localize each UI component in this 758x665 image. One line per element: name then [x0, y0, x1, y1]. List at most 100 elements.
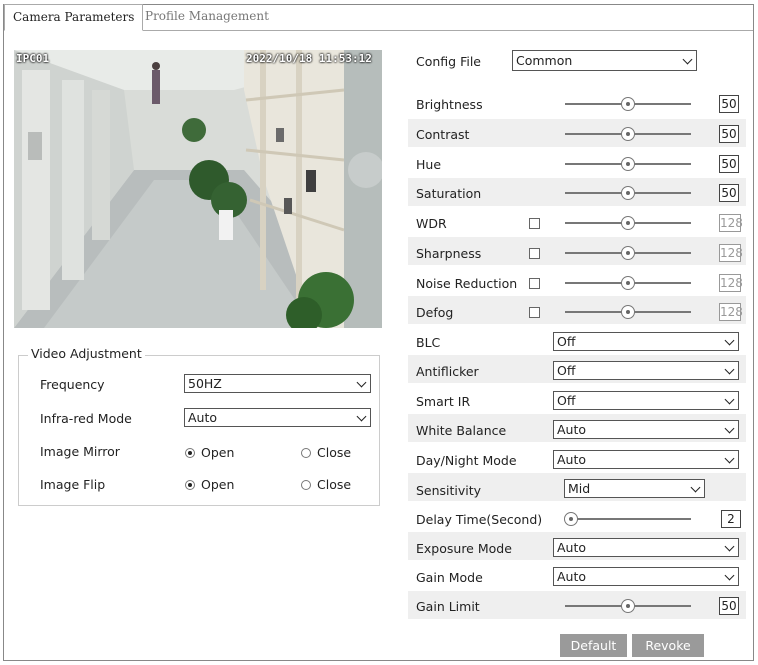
chevron-down-icon [724, 541, 735, 552]
slider-knob[interactable] [621, 599, 635, 613]
infrared-mode-value: Auto [188, 410, 218, 425]
tab-camera-parameters[interactable]: Camera Parameters [4, 4, 144, 31]
blc-select[interactable]: Off [553, 332, 739, 351]
delay-time-slider[interactable] [564, 512, 691, 526]
noise-reduction-value[interactable]: 128 [719, 274, 743, 292]
frequency-value: 50HZ [188, 376, 222, 391]
gain-limit-slider[interactable] [565, 599, 691, 613]
contrast-label: Contrast [416, 127, 470, 142]
flip-open-label: Open [201, 477, 235, 492]
image-mirror-label: Image Mirror [40, 444, 120, 459]
wdr-label: WDR [416, 216, 447, 231]
hue-value[interactable]: 50 [719, 155, 739, 173]
antiflicker-label: Antiflicker [416, 364, 479, 379]
sensitivity-label: Sensitivity [416, 483, 482, 498]
slider-knob[interactable] [621, 97, 635, 111]
chevron-down-icon [724, 394, 735, 405]
hue-slider[interactable] [565, 157, 691, 171]
radio-unchecked-icon [301, 479, 311, 490]
config-file-value: Common [516, 53, 573, 68]
gain-limit-label: Gain Limit [416, 599, 480, 614]
chevron-down-icon [682, 54, 693, 65]
gain-mode-select[interactable]: Auto [553, 567, 739, 586]
smart-ir-value: Off [557, 393, 576, 408]
noise-reduction-slider[interactable] [565, 276, 691, 290]
config-file-label: Config File [416, 54, 481, 69]
sharpness-slider[interactable] [565, 246, 691, 260]
camera-preview[interactable]: IPC01 2022/10/18 11:53:12 [14, 50, 382, 328]
mirror-open-radio[interactable]: Open [185, 445, 234, 460]
slider-knob[interactable] [621, 157, 635, 171]
sensitivity-value: Mid [568, 481, 591, 496]
flip-close-label: Close [317, 477, 352, 492]
infrared-mode-select[interactable]: Auto [184, 408, 371, 427]
hue-label: Hue [416, 157, 442, 172]
brightness-value[interactable]: 50 [719, 95, 739, 113]
chevron-down-icon [724, 364, 735, 375]
video-adjustment-title: Video Adjustment [28, 346, 145, 361]
revoke-button[interactable]: Revoke [632, 634, 704, 657]
default-button[interactable]: Default [560, 634, 627, 657]
wdr-checkbox[interactable] [529, 218, 540, 229]
delay-time-value[interactable]: 2 [721, 510, 741, 528]
radio-checked-icon [185, 447, 195, 458]
day-night-mode-value: Auto [557, 452, 587, 467]
slider-knob[interactable] [621, 305, 635, 319]
chevron-down-icon [356, 377, 367, 388]
antiflicker-select[interactable]: Off [553, 361, 739, 380]
saturation-value[interactable]: 50 [719, 184, 739, 202]
mirror-close-label: Close [317, 445, 352, 460]
sensitivity-select[interactable]: Mid [564, 479, 705, 498]
frequency-label: Frequency [40, 377, 105, 392]
flip-close-radio[interactable]: Close [301, 477, 351, 492]
config-file-select[interactable]: Common [512, 50, 697, 71]
timestamp-osd: 2022/10/18 11:53:12 [246, 52, 372, 65]
white-balance-label: White Balance [416, 423, 507, 438]
frequency-select[interactable]: 50HZ [184, 374, 371, 393]
channel-osd: IPC01 [16, 52, 50, 65]
tab-profile-management[interactable]: Profile Management [137, 4, 277, 30]
slider-knob[interactable] [621, 186, 635, 200]
wdr-value[interactable]: 128 [719, 214, 743, 232]
contrast-value[interactable]: 50 [719, 125, 739, 143]
image-flip-label: Image Flip [40, 477, 106, 492]
defog-value[interactable]: 128 [719, 303, 743, 321]
antiflicker-value: Off [557, 363, 576, 378]
camera-image [14, 50, 382, 328]
tab-bar: Camera Parameters Profile Management [4, 4, 753, 31]
sharpness-value[interactable]: 128 [719, 244, 743, 262]
saturation-label: Saturation [416, 186, 482, 201]
defog-slider[interactable] [565, 305, 691, 319]
gain-mode-value: Auto [557, 569, 587, 584]
day-night-mode-select[interactable]: Auto [553, 450, 739, 469]
chevron-down-icon [356, 411, 367, 422]
mirror-close-radio[interactable]: Close [301, 445, 351, 460]
gain-limit-value[interactable]: 50 [719, 597, 739, 615]
contrast-slider[interactable] [565, 127, 691, 141]
slider-knob[interactable] [621, 216, 635, 230]
saturation-slider[interactable] [565, 186, 691, 200]
brightness-slider[interactable] [565, 97, 691, 111]
slider-knob[interactable] [621, 276, 635, 290]
slider-knob[interactable] [621, 246, 635, 260]
sharpness-checkbox[interactable] [529, 248, 540, 259]
flip-open-radio[interactable]: Open [185, 477, 234, 492]
chevron-down-icon [724, 335, 735, 346]
wdr-slider[interactable] [565, 216, 691, 230]
slider-track [565, 518, 691, 520]
smart-ir-select[interactable]: Off [553, 391, 739, 410]
chevron-down-icon [724, 453, 735, 464]
white-balance-select[interactable]: Auto [553, 420, 739, 439]
slider-knob[interactable] [564, 512, 579, 526]
slider-knob[interactable] [621, 127, 635, 141]
defog-checkbox[interactable] [529, 307, 540, 318]
noise-reduction-checkbox[interactable] [529, 278, 540, 289]
noise-reduction-label: Noise Reduction [416, 276, 518, 291]
infrared-mode-label: Infra-red Mode [40, 411, 132, 426]
radio-checked-icon [185, 479, 195, 490]
blc-label: BLC [416, 335, 441, 350]
exposure-mode-select[interactable]: Auto [553, 538, 739, 557]
mirror-open-label: Open [201, 445, 235, 460]
sharpness-label: Sharpness [416, 246, 482, 261]
defog-label: Defog [416, 305, 454, 320]
